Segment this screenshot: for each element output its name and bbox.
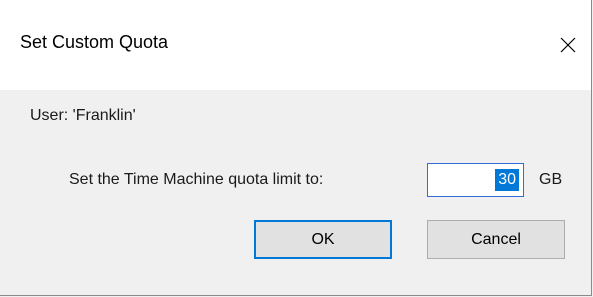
set-custom-quota-dialog: Set Custom Quota User: 'Franklin' Set th… bbox=[0, 0, 592, 296]
dialog-title: Set Custom Quota bbox=[20, 32, 169, 52]
quota-unit-label: GB bbox=[539, 171, 563, 188]
ok-button[interactable]: OK bbox=[254, 220, 392, 259]
quota-limit-label: Set the Time Machine quota limit to: bbox=[69, 171, 324, 188]
quota-input[interactable]: 30 bbox=[427, 163, 524, 197]
cancel-button-label: Cancel bbox=[471, 230, 521, 248]
title-bar: Set Custom Quota bbox=[0, 0, 591, 90]
cancel-button[interactable]: Cancel bbox=[427, 220, 565, 259]
close-button[interactable] bbox=[545, 0, 591, 90]
quota-input-value: 30 bbox=[495, 169, 519, 191]
ok-button-label: OK bbox=[311, 230, 335, 248]
user-label: User: 'Franklin' bbox=[30, 107, 136, 124]
close-icon bbox=[560, 37, 576, 53]
